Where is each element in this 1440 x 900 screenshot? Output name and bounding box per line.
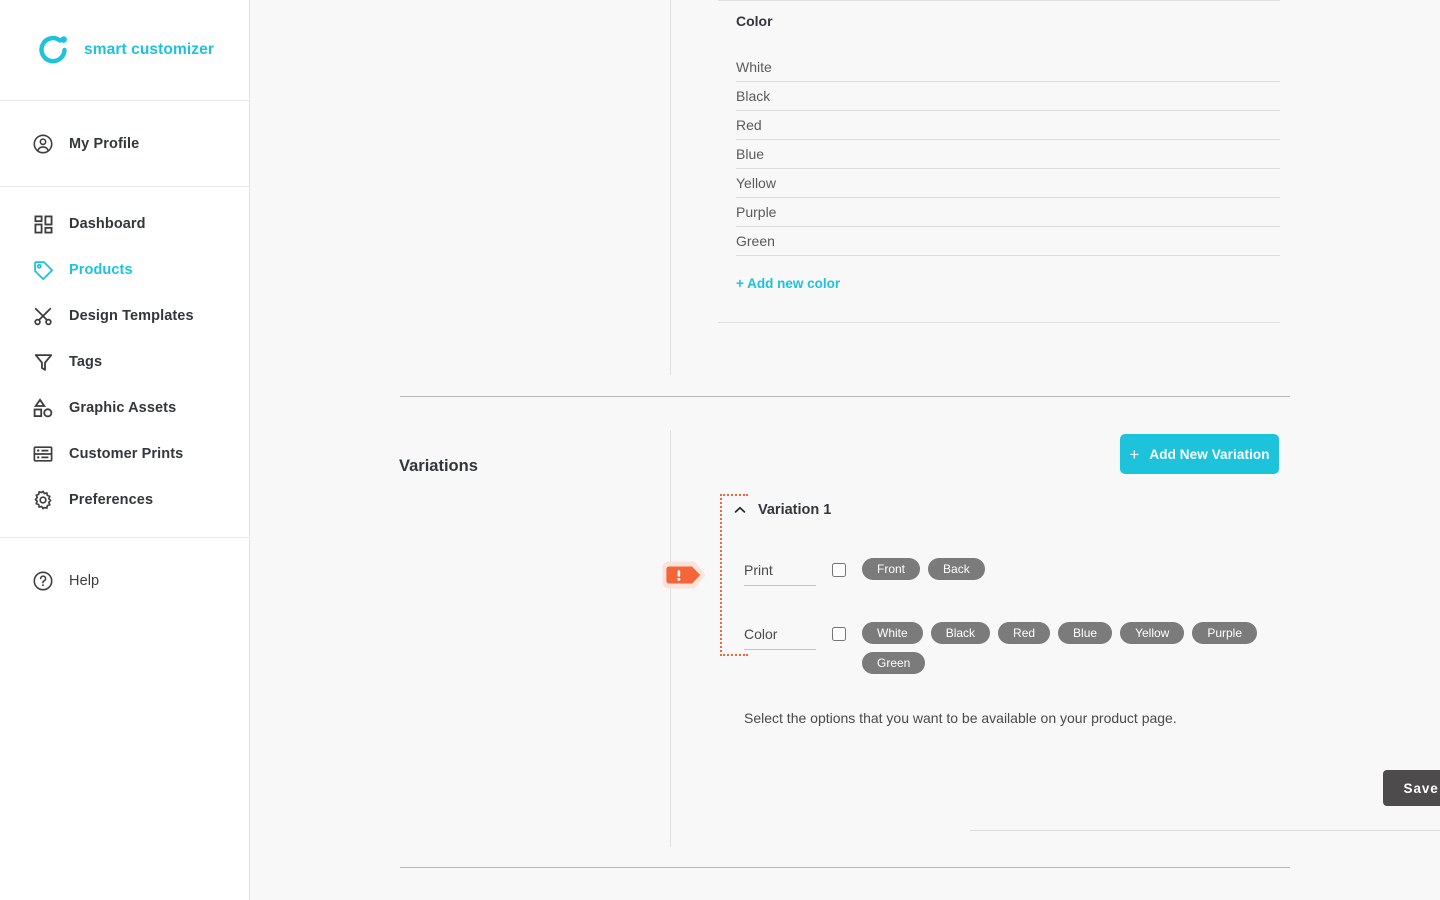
option-checkbox-wrapper[interactable]	[832, 563, 846, 582]
sidebar-item-preferences[interactable]: Preferences	[0, 477, 249, 523]
variation-option-row-print: Print Front Back	[720, 558, 1340, 586]
color-list-item[interactable]: White	[736, 53, 1280, 82]
sidebar-nav: Dashboard Products Design Templates Tags…	[0, 187, 249, 538]
brand-name: smart customizer	[84, 41, 214, 58]
scissors-pen-icon	[30, 303, 56, 329]
add-new-color-link[interactable]: + Add new color	[736, 276, 840, 291]
variation-header[interactable]: Variation 1	[720, 494, 1340, 526]
funnel-icon	[30, 349, 56, 375]
color-name: Black	[736, 88, 771, 104]
app-root: smart customizer My Profile Dashboard Pr…	[0, 0, 1440, 900]
option-label: Print	[744, 562, 816, 586]
add-new-variation-button[interactable]: + Add New Variation	[1120, 434, 1279, 474]
section-divider-lower	[400, 867, 1290, 868]
option-tag[interactable]: Back	[928, 558, 985, 580]
color-list-item[interactable]: Yellow	[736, 169, 1280, 198]
sidebar-item-label: Preferences	[69, 492, 154, 508]
sidebar-item-graphic-assets[interactable]: Graphic Assets	[0, 385, 249, 431]
option-label: Color	[744, 626, 816, 650]
color-list-item[interactable]: Green	[736, 227, 1280, 256]
print-tag-list: Front Back	[862, 558, 1282, 580]
plus-icon: +	[1129, 444, 1140, 464]
color-option-checkbox[interactable]	[832, 627, 846, 641]
option-tag[interactable]: Yellow	[1120, 622, 1185, 644]
sidebar-item-design-templates[interactable]: Design Templates	[0, 293, 249, 339]
option-tag[interactable]: Front	[862, 558, 921, 580]
sidebar-item-customer-prints[interactable]: Customer Prints	[0, 431, 249, 477]
save-variation-button[interactable]: Save Variation	[1383, 770, 1440, 806]
color-name: Green	[736, 233, 775, 249]
color-list-item[interactable]: Red	[736, 111, 1280, 140]
sidebar: smart customizer My Profile Dashboard Pr…	[0, 0, 250, 900]
option-tag[interactable]: Purple	[1192, 622, 1258, 644]
option-tag[interactable]: White	[862, 622, 923, 644]
sidebar-item-products[interactable]: Products	[0, 247, 249, 293]
main-content: Color White Black Red Blue Yellow Purple…	[250, 0, 1440, 900]
sidebar-item-dashboard[interactable]: Dashboard	[0, 201, 249, 247]
color-tag-list: White Black Red Blue Yellow Purple Green	[862, 622, 1282, 674]
add-variation-label: Add New Variation	[1149, 446, 1270, 462]
print-option-checkbox[interactable]	[832, 563, 846, 577]
option-tag[interactable]: Red	[998, 622, 1051, 644]
column-divider-top	[670, 0, 671, 375]
color-section-bottom-rule	[718, 322, 1280, 323]
color-list: White Black Red Blue Yellow Purple Green	[718, 53, 1280, 256]
user-circle-icon	[30, 131, 56, 157]
column-divider-bottom	[670, 430, 671, 847]
option-tag[interactable]: Blue	[1058, 622, 1113, 644]
dashboard-grid-icon	[30, 211, 56, 237]
option-checkbox-wrapper[interactable]	[832, 627, 846, 646]
color-name: Red	[736, 117, 762, 133]
ring-dot-logo-icon	[36, 33, 70, 67]
sidebar-item-label: Dashboard	[69, 216, 146, 232]
variation-bottom-rule	[970, 830, 1440, 831]
variation-helper-text: Select the options that you want to be a…	[744, 710, 1177, 726]
question-circle-icon	[30, 568, 56, 594]
shapes-icon	[30, 395, 56, 421]
color-name: White	[736, 59, 772, 75]
variations-heading: Variations	[399, 457, 478, 475]
sidebar-item-my-profile[interactable]: My Profile	[0, 101, 249, 187]
option-tag[interactable]: Green	[862, 652, 926, 674]
sidebar-item-label: Graphic Assets	[69, 400, 177, 416]
color-name: Blue	[736, 146, 765, 162]
color-name: Purple	[736, 204, 777, 220]
sidebar-item-label: Customer Prints	[69, 446, 184, 462]
sidebar-item-label: Design Templates	[69, 308, 194, 324]
color-section-title: Color	[736, 13, 773, 29]
option-tag[interactable]: Black	[930, 622, 991, 644]
sidebar-item-label: Tags	[69, 354, 103, 370]
sidebar-item-help[interactable]: Help	[0, 558, 249, 604]
color-list-item[interactable]: Black	[736, 82, 1280, 111]
brand-logo[interactable]: smart customizer	[0, 0, 249, 101]
variation-title: Variation 1	[758, 502, 832, 518]
gear-icon	[30, 487, 56, 513]
tag-icon	[30, 257, 56, 283]
variation-option-row-color: Color White Black Red Blue Yellow Purple…	[720, 622, 1340, 674]
color-name: Yellow	[736, 175, 776, 191]
sidebar-item-tags[interactable]: Tags	[0, 339, 249, 385]
sidebar-help-section: Help	[0, 538, 249, 604]
section-divider-upper	[400, 396, 1290, 397]
sidebar-item-label: Help	[69, 573, 100, 589]
color-list-item[interactable]: Purple	[736, 198, 1280, 227]
variation-panel: Variation 1 Print Front Back Color White…	[720, 494, 1440, 831]
print-rows-icon	[30, 441, 56, 467]
color-list-item[interactable]: Blue	[736, 140, 1280, 169]
color-section: Color White Black Red Blue Yellow Purple…	[718, 0, 1280, 323]
sidebar-item-label: Products	[69, 262, 133, 278]
chevron-up-icon[interactable]	[732, 502, 748, 518]
exclamation-marker-icon[interactable]	[662, 552, 708, 598]
sidebar-item-label: My Profile	[69, 135, 140, 152]
